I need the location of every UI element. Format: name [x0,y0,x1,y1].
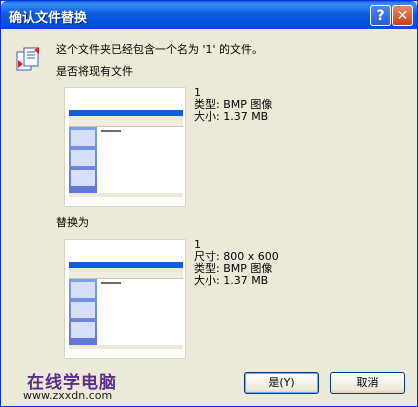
help-icon[interactable]: ? [370,5,391,26]
watermark-url: www.zxxdn.com [23,389,113,402]
existing-file-thumbnail [64,87,186,207]
confirm-file-replace-dialog: 确认文件替换 ? ✕ 这个文件夹已经包含一个名为 '1' 的文件。 是否将现有文… [0,0,418,407]
new-file-thumbnail [64,239,186,359]
existing-file-info: 1 类型: BMP 图像 大小: 1.37 MB [194,87,272,123]
yes-button[interactable]: 是(Y) [244,372,319,394]
close-icon[interactable]: ✕ [392,5,413,26]
message-line-2: 是否将现有文件 [56,65,133,78]
new-file-size: 大小: 1.37 MB [194,274,269,287]
message-line-3: 替换为 [56,216,89,229]
new-file-info: 1 尺寸: 800 x 600 类型: BMP 图像 大小: 1.37 MB [194,239,279,287]
cancel-button[interactable]: 取消 [330,372,405,394]
window-title: 确认文件替换 [9,11,88,26]
file-replace-icon [16,47,39,71]
message-line-1: 这个文件夹已经包含一个名为 '1' 的文件。 [56,43,264,56]
title-bar[interactable]: 确认文件替换 ? ✕ [1,1,417,29]
existing-file-size: 大小: 1.37 MB [194,110,269,123]
